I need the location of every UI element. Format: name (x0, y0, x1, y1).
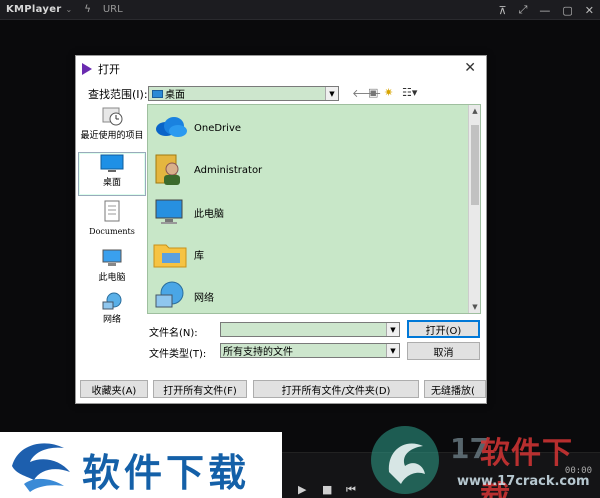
place-desktop[interactable]: 桌面 (78, 152, 146, 196)
prev-icon[interactable]: ⏮ (346, 483, 356, 497)
recent-icon (102, 107, 123, 126)
open-button[interactable]: 打开(O) (407, 320, 480, 338)
network-icon (155, 281, 184, 308)
list-item[interactable]: 此电脑 (152, 195, 224, 229)
favorites-button[interactable]: 收藏夹(A) (80, 380, 148, 398)
computer-icon (155, 199, 183, 224)
scroll-down-icon[interactable]: ▼ (469, 301, 480, 313)
list-item[interactable]: 网络 (152, 279, 214, 313)
bolt-icon[interactable]: ϟ (84, 4, 91, 15)
dialog-close-icon[interactable]: ✕ (464, 60, 476, 76)
list-item[interactable]: OneDrive (152, 111, 241, 145)
open-all-files-folders-button[interactable]: 打开所有文件/文件夹(D) (253, 380, 419, 398)
watermark-url: www.17crack.com (457, 474, 590, 489)
minimize-icon[interactable]: — (539, 4, 550, 17)
open-dialog: 打开 ✕ 查找范围(I): 桌面 ▼ 🡐 ▣ ✷ ☷▾ 最近使用的项目 桌面 D… (75, 55, 487, 404)
view-menu-icon[interactable]: ☷▾ (402, 86, 417, 100)
player-logo[interactable]: KMPlayer (6, 4, 62, 15)
chevron-down-icon[interactable]: ▼ (386, 344, 399, 357)
up-folder-icon[interactable]: ▣ (368, 86, 378, 100)
player-titlebar: KMPlayer ⌄ ϟ URL ⊼ ⤢ — ▢ ✕ (0, 0, 600, 20)
file-list-scrollbar[interactable]: ▲ ▼ (468, 105, 480, 313)
play-icon[interactable]: ▶ (298, 483, 306, 496)
seamless-play-button[interactable]: 无缝播放( (424, 380, 486, 398)
window-mode-icon[interactable]: ⤢ (519, 3, 528, 17)
file-type-select[interactable]: 所有支持的文件 ▼ (220, 343, 400, 358)
documents-icon (104, 200, 120, 222)
user-icon (155, 154, 180, 185)
look-in-combo[interactable]: 桌面 ▼ (148, 86, 339, 101)
file-name-label: 文件名(N): (149, 328, 198, 339)
look-in-label: 查找范围(I): (88, 88, 148, 101)
watermark-right: 17 软件下载 www.17crack.com (365, 420, 600, 498)
logo-dropdown-icon[interactable]: ⌄ (66, 5, 73, 14)
file-type-label: 文件类型(T): (149, 349, 207, 360)
network-icon (102, 292, 122, 310)
place-recent[interactable]: 最近使用的项目 (78, 106, 146, 150)
dialog-title: 打开 (98, 63, 120, 76)
desktop-small-icon (152, 90, 163, 98)
list-item[interactable]: 库 (152, 237, 204, 271)
file-list[interactable]: OneDrive Administrator 此电脑 库 网络 ▲ ▼ (147, 104, 481, 314)
open-all-files-button[interactable]: 打开所有文件(F) (153, 380, 247, 398)
desktop-icon (100, 154, 124, 172)
place-network[interactable]: 网络 (78, 292, 146, 328)
scroll-thumb[interactable] (471, 125, 479, 205)
place-computer[interactable]: 此电脑 (78, 248, 146, 288)
chevron-down-icon[interactable]: ▼ (386, 323, 399, 336)
list-item[interactable]: Administrator (152, 153, 262, 187)
dragon-logo-icon (12, 443, 70, 492)
maximize-icon[interactable]: ▢ (562, 4, 572, 17)
scroll-up-icon[interactable]: ▲ (469, 105, 480, 117)
place-documents[interactable]: Documents (78, 200, 146, 240)
kmplayer-app-icon (82, 63, 92, 75)
pin-icon[interactable]: ⊼ (499, 4, 507, 17)
stop-icon[interactable]: ■ (322, 483, 332, 496)
computer-icon (102, 249, 122, 266)
dialog-titlebar: 打开 ✕ (76, 56, 486, 82)
watermark-left-text: 软件下载 (82, 450, 251, 495)
dragon-circle-logo-icon (371, 426, 439, 494)
watermark-left: 软件下载 (0, 432, 282, 498)
cancel-button[interactable]: 取消 (407, 342, 480, 360)
close-icon[interactable]: ✕ (585, 4, 594, 17)
places-bar: 最近使用的项目 桌面 Documents 此电脑 网络 (78, 104, 146, 325)
new-folder-icon[interactable]: ✷ (384, 86, 393, 100)
url-button[interactable]: URL (103, 4, 123, 15)
file-name-input[interactable]: ▼ (220, 322, 400, 337)
onedrive-icon (156, 117, 187, 137)
chevron-down-icon[interactable]: ▼ (325, 87, 338, 100)
library-folder-icon (153, 244, 187, 268)
